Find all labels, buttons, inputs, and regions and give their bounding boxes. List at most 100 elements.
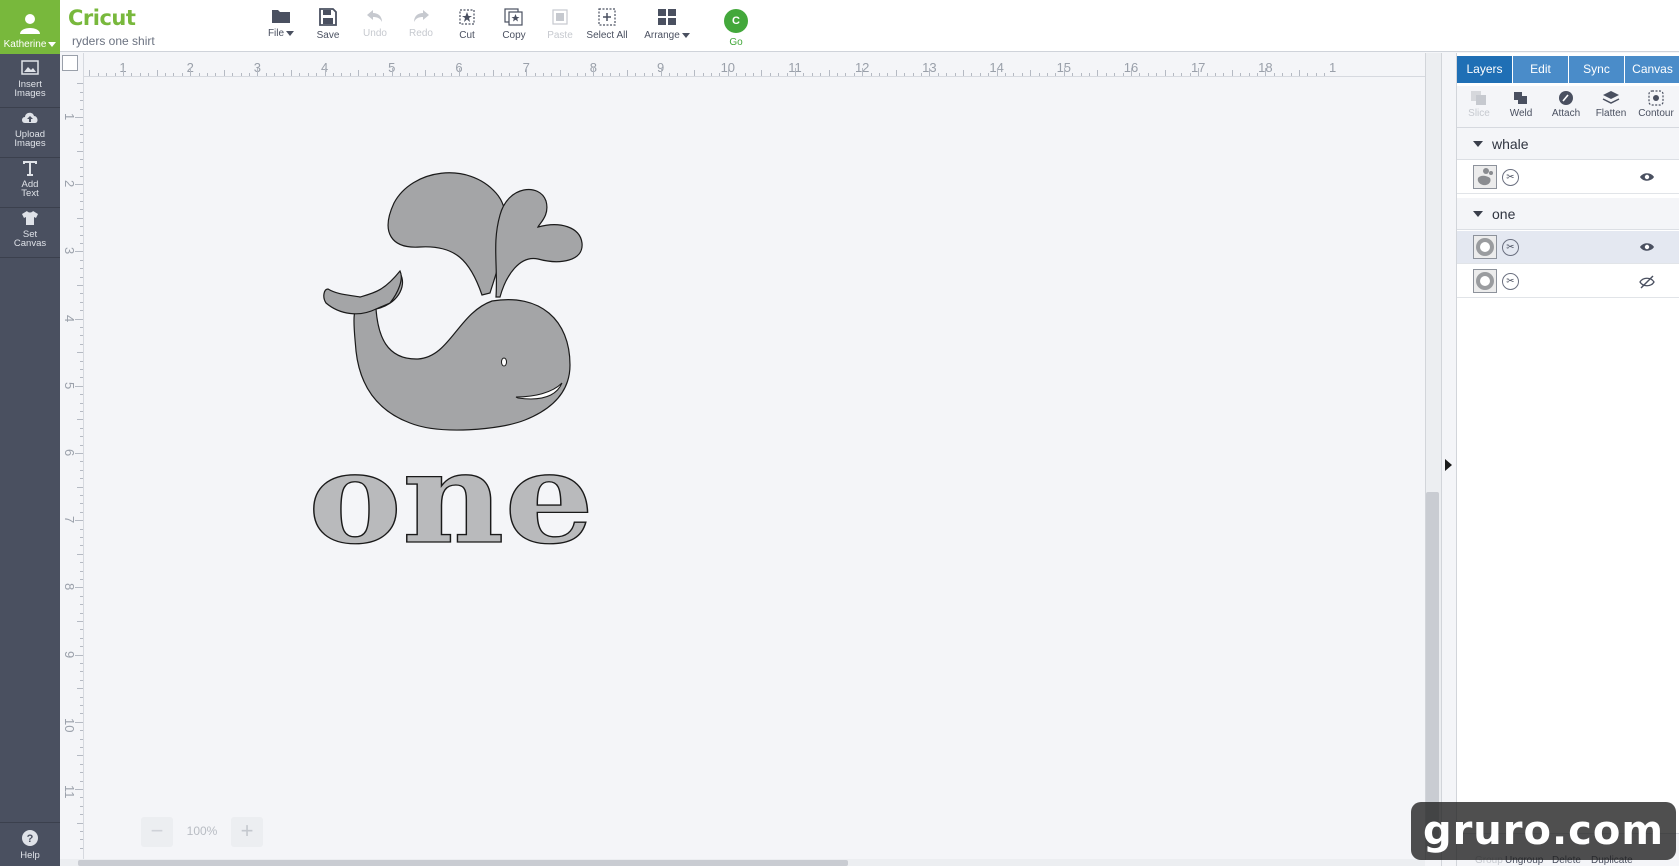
- ruler-tick: [1122, 73, 1124, 76]
- insert-images-button[interactable]: Insert Images: [0, 54, 60, 108]
- ruler-tick: [80, 772, 83, 774]
- project-name[interactable]: ryders one shirt: [72, 34, 155, 48]
- ruler-tick: [80, 243, 83, 244]
- ruler-tick: [417, 73, 418, 76]
- ruler-tick: [97, 73, 99, 76]
- text-one-layer[interactable]: one: [308, 448, 598, 548]
- ruler-tick: [786, 73, 788, 76]
- slice-icon: [1471, 91, 1486, 105]
- ruler-tick: [1089, 73, 1090, 76]
- ruler-tick: [383, 73, 385, 76]
- chevron-down-icon: [681, 32, 690, 38]
- layer-group-whale[interactable]: whale: [1457, 128, 1679, 160]
- help-button[interactable]: ? Help: [0, 822, 60, 866]
- ruler-tick: [1055, 73, 1057, 76]
- contour-button[interactable]: Contour: [1634, 90, 1678, 119]
- ruler-tick: [307, 73, 309, 76]
- linetype-cut-icon[interactable]: ✂: [1502, 239, 1519, 256]
- ruler-tick: [80, 545, 83, 547]
- layer-row-whale[interactable]: ✂: [1457, 161, 1679, 194]
- ruler-tick: [148, 73, 150, 76]
- ruler-tick: [543, 73, 544, 76]
- svg-text:?: ?: [27, 833, 34, 845]
- arrange-menu-button[interactable]: Arrange: [639, 8, 695, 41]
- layer-thumbnail: [1473, 269, 1497, 293]
- ruler-tick: [80, 209, 83, 211]
- tab-layers[interactable]: Layers: [1457, 56, 1512, 83]
- ruler-tick: [694, 70, 696, 76]
- ruler-tick: [77, 822, 83, 824]
- ruler-tick: [492, 70, 494, 76]
- ruler-tick: [719, 73, 721, 76]
- add-text-button[interactable]: Add Text: [0, 154, 60, 208]
- layer-group-one[interactable]: one: [1457, 198, 1679, 230]
- horizontal-ruler: 1234567891011121314151617181: [60, 53, 1425, 77]
- ruler-tick: [921, 73, 922, 76]
- ruler-tick: [80, 369, 83, 370]
- ruler-tick: [1282, 73, 1284, 76]
- ruler-tick: [1097, 70, 1099, 76]
- set-canvas-label: Set Canvas: [13, 229, 47, 249]
- select-all-button[interactable]: Select All: [579, 8, 635, 41]
- layer-row-one-hidden[interactable]: ✂: [1457, 265, 1679, 298]
- tab-edit[interactable]: Edit: [1513, 56, 1568, 83]
- collapse-arrow-icon[interactable]: [1445, 459, 1452, 471]
- zoom-out-button[interactable]: −: [141, 817, 173, 847]
- design-canvas[interactable]: [85, 78, 1425, 860]
- layer-row-one-visible[interactable]: ✂: [1457, 231, 1679, 264]
- ruler-tick: [341, 73, 343, 76]
- ruler-left-label: 10: [62, 717, 77, 733]
- collapse-triangle-icon[interactable]: [1473, 211, 1483, 217]
- ruler-tick: [80, 142, 83, 144]
- ruler-tick: [400, 73, 402, 76]
- upload-images-button[interactable]: Upload Images: [0, 104, 60, 158]
- linetype-cut-icon[interactable]: ✂: [1502, 169, 1519, 186]
- ruler-tick: [77, 621, 83, 622]
- ruler-tick: [75, 385, 83, 387]
- visibility-eye-icon[interactable]: [1639, 171, 1655, 183]
- vertical-scroll-thumb[interactable]: [1426, 492, 1439, 848]
- ruler-tick: [80, 805, 83, 807]
- cut-icon: [459, 9, 475, 25]
- ruler-tick: [1198, 68, 1200, 76]
- go-button[interactable]: C Go: [708, 6, 764, 48]
- slice-button[interactable]: Slice: [1457, 90, 1501, 119]
- ruler-tick: [77, 419, 83, 421]
- paste-icon: [552, 9, 568, 25]
- user-menu[interactable]: Katherine: [0, 0, 60, 54]
- ruler-tick: [1114, 73, 1116, 76]
- weld-button[interactable]: Weld: [1499, 90, 1543, 119]
- whale-spout-left: [387, 172, 507, 296]
- visibility-eye-icon[interactable]: [1639, 241, 1655, 253]
- tab-canvas[interactable]: Canvas: [1625, 56, 1679, 83]
- ruler-tick: [517, 73, 519, 76]
- folder-icon: [272, 10, 290, 23]
- horizontal-scroll-thumb[interactable]: [78, 860, 848, 866]
- ruler-top-label: 1: [1328, 60, 1337, 75]
- ruler-tick: [593, 68, 595, 76]
- ruler-tick: [727, 68, 729, 76]
- flatten-button[interactable]: Flatten: [1589, 90, 1633, 119]
- ruler-tick: [75, 587, 83, 589]
- tab-sync[interactable]: Sync: [1569, 56, 1624, 83]
- text-one: one: [308, 448, 594, 548]
- collapse-triangle-icon[interactable]: [1473, 141, 1483, 147]
- layers-panel: Layers Edit Sync Canvas Slice Weld Attac…: [1456, 53, 1679, 866]
- ruler-tick: [1324, 73, 1326, 76]
- layer-thumbnail: [1473, 235, 1497, 259]
- whale-image[interactable]: [320, 165, 625, 435]
- zoom-in-button[interactable]: +: [231, 817, 263, 847]
- ruler-tick: [828, 70, 830, 76]
- chevron-down-icon: [48, 41, 57, 47]
- ruler-tick: [1189, 73, 1191, 76]
- hidden-eye-slash-icon[interactable]: [1639, 275, 1655, 289]
- ruler-tick: [80, 276, 83, 278]
- ruler-tick: [954, 73, 956, 76]
- set-canvas-button[interactable]: Set Canvas: [0, 204, 60, 258]
- ruler-tick: [408, 73, 410, 76]
- ruler-tick: [215, 73, 217, 76]
- linetype-cut-icon[interactable]: ✂: [1502, 273, 1519, 290]
- ruler-tick: [80, 696, 83, 698]
- attach-button[interactable]: Attach: [1544, 90, 1588, 119]
- upload-cloud-icon: [22, 112, 38, 123]
